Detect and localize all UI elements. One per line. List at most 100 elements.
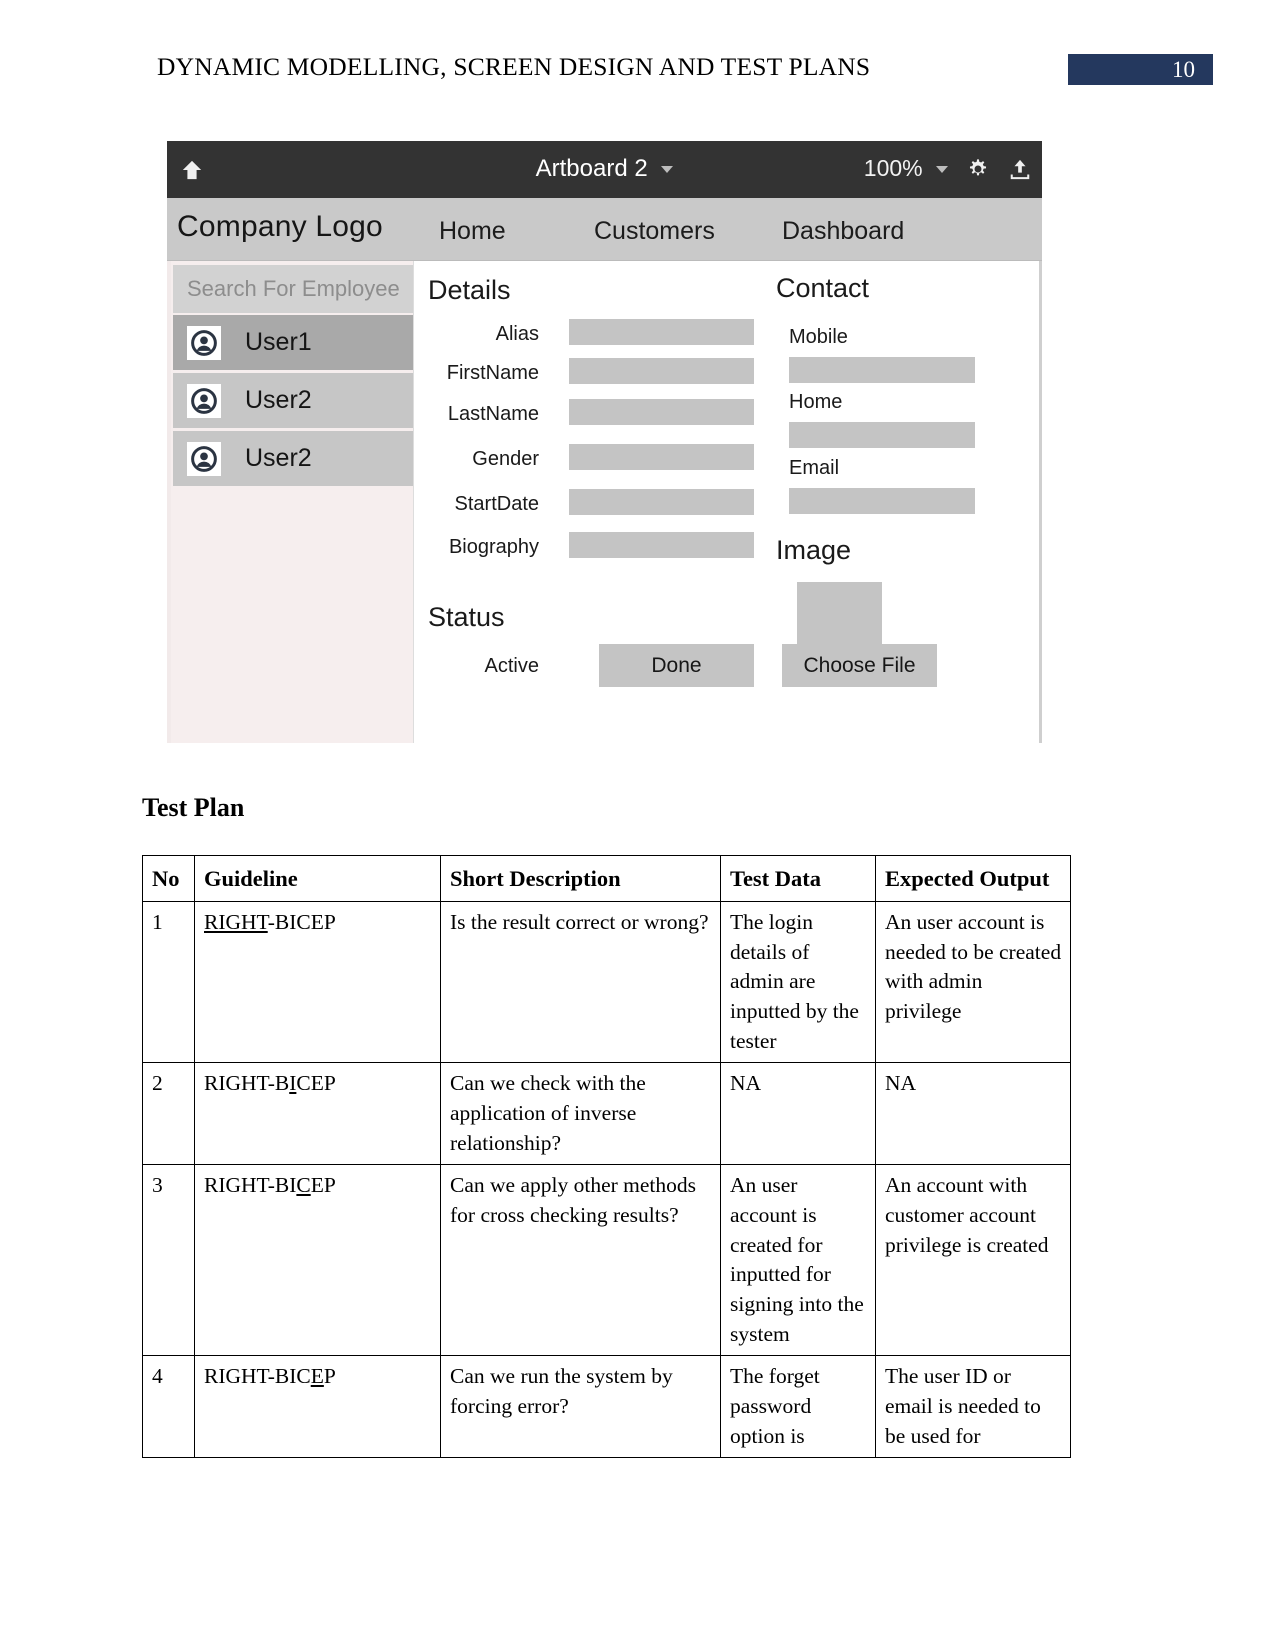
field-input-startdate[interactable] — [569, 489, 754, 515]
guideline-suffix: CEP — [296, 1071, 336, 1096]
field-input-alias[interactable] — [569, 319, 754, 345]
field-label-mobile: Mobile — [789, 326, 848, 348]
field-input-gender[interactable] — [569, 444, 754, 470]
column-header-expected-output: Expected Output — [875, 854, 1071, 903]
nav-link-dashboard[interactable]: Dashboard — [782, 217, 904, 246]
testplan-heading: Test Plan — [142, 793, 245, 822]
field-label-lastname: LastName — [447, 403, 539, 425]
column-header-guideline: Guideline — [194, 854, 441, 903]
artboard-label: Artboard 2 — [535, 155, 648, 182]
table-row: 2 RIGHT-BICEP Can we check with the appl… — [142, 1062, 1071, 1166]
sidebar-item-user1[interactable]: User1 — [173, 315, 413, 373]
choose-file-button[interactable]: Choose File — [782, 644, 937, 687]
field-input-biography[interactable] — [569, 532, 754, 558]
table-header-row: No Guideline Short Description Test Data… — [142, 854, 1071, 903]
page-header: DYNAMIC MODELLING, SCREEN DESIGN AND TES… — [0, 52, 1275, 92]
guideline-suffix: -BICEP — [267, 910, 336, 935]
cell-test-data: NA — [720, 1062, 876, 1166]
column-header-test-data: Test Data — [720, 854, 876, 903]
chevron-down-icon — [936, 166, 948, 174]
details-section-title: Details — [428, 275, 511, 305]
employee-form-panel: Details Alias FirstName LastName Gender … — [414, 261, 1042, 743]
employee-sidebar: Search For Employee User1 User2 User2 — [171, 261, 414, 743]
guideline-underlined: E — [310, 1364, 324, 1389]
cell-expected-output: NA — [875, 1062, 1071, 1166]
done-button[interactable]: Done — [599, 644, 754, 687]
cell-no: 1 — [142, 901, 195, 1064]
cell-guideline: RIGHT-BICEP — [194, 1062, 441, 1166]
testplan-table: No Guideline Short Description Test Data… — [142, 854, 1071, 1459]
cell-guideline: RIGHT-BICEP — [194, 1355, 441, 1459]
field-input-lastname[interactable] — [569, 399, 754, 425]
field-input-mobile[interactable] — [789, 357, 975, 383]
cell-no: 3 — [142, 1164, 195, 1357]
field-label-firstname: FirstName — [446, 362, 539, 384]
table-row: 4 RIGHT-BICEP Can we run the system by f… — [142, 1355, 1071, 1459]
sidebar-item-label: User2 — [245, 386, 312, 414]
cell-test-data: The login details of admin are inputted … — [720, 901, 876, 1064]
sidebar-item-label: User2 — [245, 444, 312, 472]
field-input-email[interactable] — [789, 488, 975, 514]
field-label-active: Active — [484, 655, 539, 677]
cell-short-description: Can we check with the application of inv… — [440, 1062, 721, 1166]
zoom-selector[interactable]: 100% — [864, 155, 948, 182]
guideline-underlined: C — [296, 1173, 311, 1198]
cell-guideline: RIGHT-BICEP — [194, 1164, 441, 1357]
zoom-label: 100% — [863, 155, 923, 181]
cell-test-data: The forget password option is — [720, 1355, 876, 1459]
image-section-title: Image — [776, 535, 852, 565]
sidebar-item-label: User1 — [245, 328, 312, 356]
table-row: 3 RIGHT-BICEP Can we apply other methods… — [142, 1164, 1071, 1357]
guideline-prefix: RIGHT-BIC — [204, 1364, 311, 1389]
mockup-body: Search For Employee User1 User2 User2 De… — [167, 261, 1042, 743]
guideline-suffix: P — [323, 1364, 336, 1389]
cell-short-description: Can we apply other methods for cross che… — [440, 1164, 721, 1357]
avatar-icon — [187, 383, 221, 418]
cell-guideline: RIGHT-BICEP — [194, 901, 441, 1064]
cell-test-data: An user account is created for inputted … — [720, 1164, 876, 1357]
field-label-biography: Biography — [448, 536, 539, 558]
column-header-no: No — [142, 854, 195, 903]
image-preview-box — [797, 582, 882, 646]
cell-expected-output: An account with customer account privile… — [875, 1164, 1071, 1357]
field-label-startdate: StartDate — [454, 493, 539, 515]
gear-icon[interactable] — [966, 157, 990, 181]
cell-short-description: Is the result correct or wrong? — [440, 901, 721, 1064]
sidebar-item-user2-a[interactable]: User2 — [173, 373, 413, 431]
mockup-toolbar: Artboard 2 100% — [167, 141, 1042, 198]
status-section-title: Status — [428, 602, 505, 632]
field-label-email: Email — [789, 457, 840, 479]
cell-expected-output: An user account is needed to be created … — [875, 901, 1071, 1064]
document-title: DYNAMIC MODELLING, SCREEN DESIGN AND TES… — [157, 52, 871, 81]
nav-link-home[interactable]: Home — [439, 217, 506, 246]
vertical-scrollbar[interactable] — [1039, 261, 1042, 743]
contact-section-title: Contact — [776, 273, 870, 303]
field-label-alias: Alias — [495, 323, 539, 345]
sidebar-item-user2-b[interactable]: User2 — [173, 431, 413, 489]
toolbar-right-group: 100% — [864, 155, 1032, 182]
field-input-firstname[interactable] — [569, 358, 754, 384]
avatar-icon — [187, 325, 221, 360]
guideline-prefix: RIGHT-B — [204, 1071, 290, 1096]
nav-link-customers[interactable]: Customers — [594, 217, 715, 246]
mockup-navbar: Company Logo Home Customers Dashboard — [167, 198, 1042, 261]
guideline-prefix: RIGHT-BI — [204, 1173, 297, 1198]
chevron-down-icon — [661, 166, 674, 174]
company-logo: Company Logo — [177, 210, 383, 243]
search-input[interactable]: Search For Employee — [173, 265, 413, 313]
page-number-badge: 10 — [1068, 54, 1213, 85]
field-label-home: Home — [789, 391, 843, 413]
wireframe-mockup: Artboard 2 100% Company Logo Home Custom… — [167, 141, 1042, 743]
guideline-suffix: EP — [310, 1173, 336, 1198]
cell-no: 2 — [142, 1062, 195, 1166]
cell-no: 4 — [142, 1355, 195, 1459]
guideline-underlined: RIGHT — [204, 910, 268, 935]
field-input-home[interactable] — [789, 422, 975, 448]
upload-icon[interactable] — [1008, 157, 1032, 181]
avatar-icon — [187, 441, 221, 476]
cell-expected-output: The user ID or email is needed to be use… — [875, 1355, 1071, 1459]
table-row: 1 RIGHT-BICEP Is the result correct or w… — [142, 901, 1071, 1064]
column-header-short-description: Short Description — [440, 854, 721, 903]
cell-short-description: Can we run the system by forcing error? — [440, 1355, 721, 1459]
field-label-gender: Gender — [472, 448, 539, 470]
